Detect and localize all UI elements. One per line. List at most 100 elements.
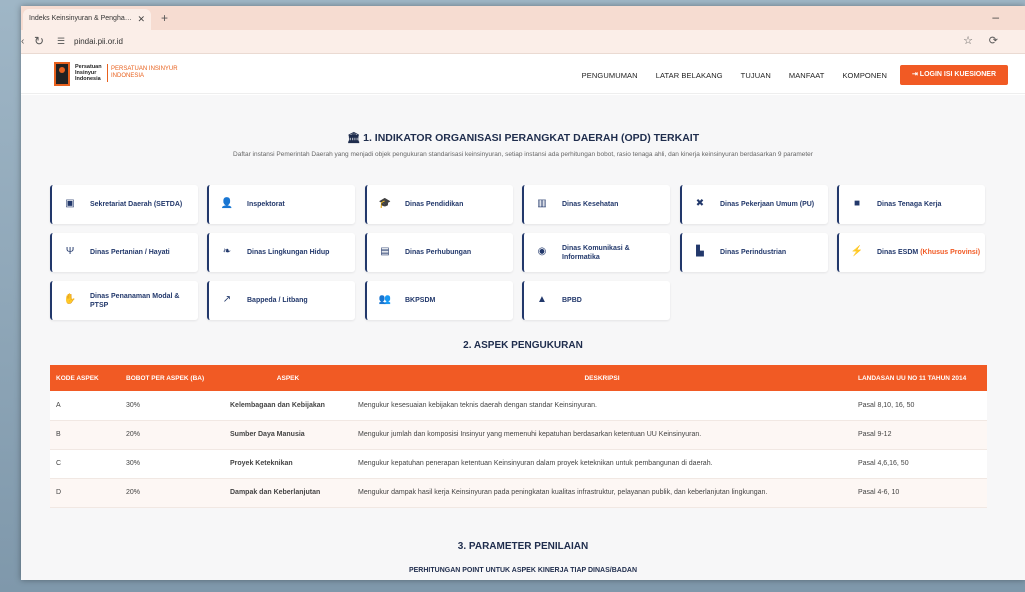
cell-kode: B — [50, 420, 120, 450]
cell-deskripsi: Mengukur jumlah dan komposisi Insinyur y… — [352, 420, 852, 450]
bus-icon: ▤ — [380, 246, 390, 257]
user-search-icon: 👤 — [220, 198, 234, 209]
graduation-cap-icon: 🎓 — [378, 198, 392, 209]
opd-card[interactable]: 👥 BKPSDM — [365, 281, 513, 320]
leaf-icon: ❧ — [222, 246, 232, 257]
nav-komponen[interactable]: KOMPONEN — [842, 71, 887, 80]
cell-deskripsi: Mengukur dampak hasil kerja Keinsinyuran… — [352, 478, 852, 508]
login-button[interactable]: ⇥ LOGIN ISI KUESIONER — [900, 65, 1008, 85]
cell-bobot: 30% — [120, 391, 224, 421]
opd-card[interactable]: 🎓 Dinas Pendidikan — [365, 185, 513, 224]
aspek-table: KODE ASPEK BOBOT PER ASPEK (BA) ASPEK DE… — [50, 365, 987, 508]
table-row: A 30% Kelembagaan dan Kebijakan Mengukur… — [50, 391, 987, 421]
users-icon: 👥 — [378, 294, 392, 305]
opd-card[interactable]: ▙ Dinas Perindustrian — [680, 233, 828, 272]
main-nav: PENGUMUMAN LATAR BELAKANG TUJUAN MANFAAT… — [582, 71, 887, 80]
cell-aspek: Dampak dan Keberlanjutan — [224, 478, 352, 508]
opd-card[interactable]: ↗ Bappeda / Litbang — [207, 281, 355, 320]
opd-card[interactable]: ✖ Dinas Pekerjaan Umum (PU) — [680, 185, 828, 224]
opd-card-label: Dinas Tenaga Kerja — [877, 201, 942, 208]
table-header-row: KODE ASPEK BOBOT PER ASPEK (BA) ASPEK DE… — [50, 365, 987, 391]
close-icon[interactable]: ✕ — [137, 14, 145, 25]
browser-window: Indeks Keinsinyuran & Pengha… ✕ + – ‹ ↻ … — [21, 6, 1025, 580]
opd-card[interactable]: ■ Dinas Tenaga Kerja — [837, 185, 985, 224]
site-header: Persatuan Insinyur Indonesia PERSATUAN I… — [21, 54, 1025, 94]
opd-card[interactable]: ❧ Dinas Lingkungan Hidup — [207, 233, 355, 272]
login-label: LOGIN ISI KUESIONER — [919, 71, 997, 78]
opd-card-name: Dinas ESDM — [877, 249, 919, 256]
factory-icon: ▙ — [696, 246, 704, 257]
opd-card-label: Inspektorat — [247, 201, 285, 208]
minimize-icon[interactable]: – — [992, 10, 999, 24]
col-landasan: LANDASAN UU NO 11 TAHUN 2014 — [852, 365, 987, 391]
section1-subtitle: Daftar instansi Pemerintah Daerah yang m… — [233, 151, 813, 158]
pii-logo-icon[interactable] — [54, 62, 70, 86]
logo-divider — [107, 64, 108, 82]
cell-landasan: Pasal 9-12 — [852, 420, 987, 450]
briefcase-icon: ■ — [853, 198, 861, 209]
site-info-icon[interactable]: ☰ — [57, 36, 65, 47]
cell-kode: A — [50, 391, 120, 421]
table-row: D 20% Dampak dan Keberlanjutan Mengukur … — [50, 478, 987, 508]
cell-aspek: Sumber Daya Manusia — [224, 420, 352, 450]
opd-card[interactable]: ⚡ Dinas ESDM (Khusus Provinsi) — [837, 233, 985, 272]
cell-kode: C — [50, 449, 120, 479]
new-tab-icon[interactable]: + — [161, 11, 168, 25]
opd-card[interactable]: ▣ Sekretariat Daerah (SETDA) — [50, 185, 198, 224]
opd-card[interactable]: ▥ Dinas Kesehatan — [522, 185, 670, 224]
col-kode: KODE ASPEK — [50, 365, 120, 391]
logo-org: PERSATUAN INSINYUR INDONESIA — [111, 66, 178, 79]
opd-card-label: Bappeda / Litbang — [247, 297, 308, 304]
cell-deskripsi: Mengukur kesesuaian kebijakan teknis dae… — [352, 391, 852, 421]
hand-coin-icon: ✋ — [63, 294, 77, 305]
address-bar: ‹ ↻ ☰ pindai.pii.or.id ☆ ⟳ — [21, 30, 1025, 54]
bookmark-star-icon[interactable]: ☆ — [963, 34, 973, 47]
browser-tab[interactable]: Indeks Keinsinyuran & Pengha… ✕ — [23, 9, 151, 30]
opd-card[interactable]: Ψ Dinas Pertanian / Hayati — [50, 233, 198, 272]
bolt-icon: ⚡ — [850, 246, 864, 257]
opd-card[interactable]: ◉ Dinas Komunikasi & Informatika — [522, 233, 670, 272]
seedling-icon: Ψ — [65, 246, 75, 257]
opd-card-label: Dinas Komunikasi & Informatika — [562, 244, 630, 261]
cell-bobot: 30% — [120, 449, 224, 479]
section3-title: 3. PARAMETER PENILAIAN — [457, 541, 589, 552]
opd-card[interactable]: ▤ Dinas Perhubungan — [365, 233, 513, 272]
opd-card-label: Dinas Pertanian / Hayati — [90, 249, 170, 256]
nav-pengumuman[interactable]: PENGUMUMAN — [582, 71, 638, 80]
section1-title: 1. INDIKATOR ORGANISASI PERANGKAT DAERAH… — [363, 132, 700, 144]
opd-card-label: Dinas Pekerjaan Umum (PU) — [720, 201, 815, 208]
cell-bobot: 20% — [120, 478, 224, 508]
institution-icon: 🏛 — [346, 132, 361, 144]
nav-latar-belakang[interactable]: LATAR BELAKANG — [656, 71, 723, 80]
tools-icon: ✖ — [695, 198, 705, 209]
col-aspek: ASPEK — [224, 365, 352, 391]
tab-bar: Indeks Keinsinyuran & Pengha… ✕ + – — [21, 6, 1025, 30]
cell-landasan: Pasal 4-6, 10 — [852, 478, 987, 508]
cell-deskripsi: Mengukur kepatuhan penerapan ketentuan K… — [352, 449, 852, 479]
warning-icon: ▲ — [537, 294, 547, 305]
cell-kode: D — [50, 478, 120, 508]
nav-manfaat[interactable]: MANFAAT — [789, 71, 825, 80]
opd-card-label: Dinas Perindustrian — [720, 249, 787, 256]
opd-card-label: BKPSDM — [405, 297, 436, 304]
url-field[interactable]: pindai.pii.or.id — [74, 37, 123, 46]
main-content: 🏛 1. INDIKATOR ORGANISASI PERANGKAT DAER… — [21, 95, 1025, 580]
cell-landasan: Pasal 4,6,16, 50 — [852, 449, 987, 479]
opd-card-label: Dinas Perhubungan — [405, 249, 472, 256]
chip-icon: ◉ — [537, 246, 547, 257]
hospital-icon: ▥ — [537, 198, 547, 209]
section3-subtitle: PERHITUNGAN POINT UNTUK ASPEK KINERJA TI… — [408, 567, 638, 574]
tab-title: Indeks Keinsinyuran & Pengha… — [29, 15, 132, 22]
building-icon: ▣ — [65, 198, 75, 209]
nav-tujuan[interactable]: TUJUAN — [741, 71, 771, 80]
back-icon[interactable]: ‹ — [21, 36, 24, 47]
opd-card-label: Dinas Kesehatan — [562, 201, 619, 208]
opd-card-label: Dinas ESDM (Khusus Provinsi) — [877, 233, 981, 272]
opd-card[interactable]: ✋ Dinas Penanaman Modal & PTSP — [50, 281, 198, 320]
extensions-icon[interactable]: ⟳ — [989, 34, 998, 47]
reload-icon[interactable]: ↻ — [34, 34, 44, 48]
login-icon: ⇥ — [911, 71, 918, 78]
opd-card[interactable]: ▲ BPBD — [522, 281, 670, 320]
opd-card[interactable]: 👤 Inspektorat — [207, 185, 355, 224]
opd-card-label: BPBD — [562, 297, 582, 304]
